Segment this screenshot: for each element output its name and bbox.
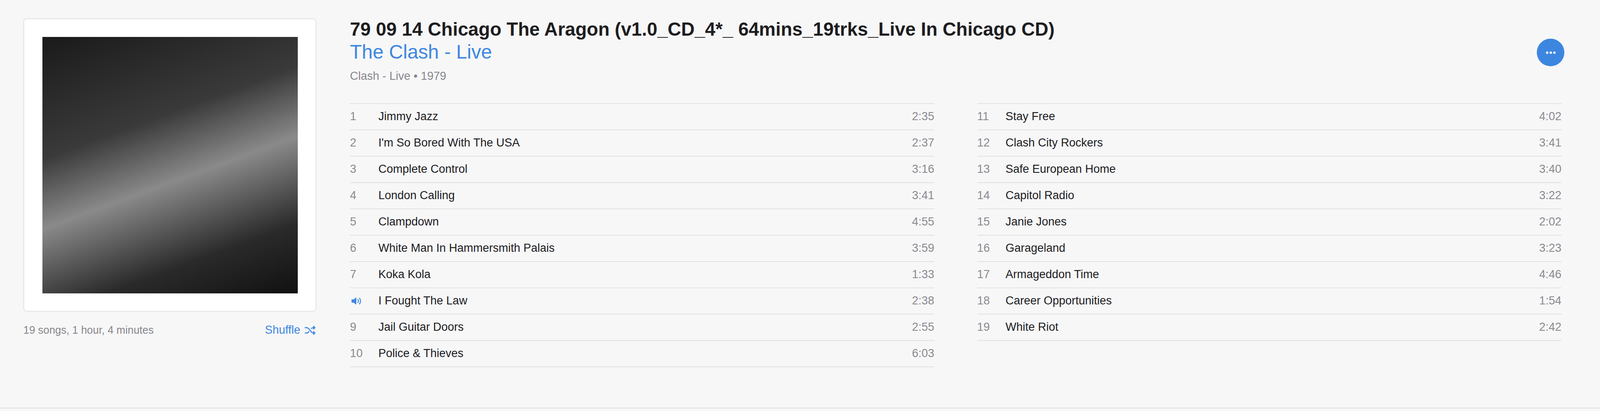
track-duration: 3:22 [1532,188,1562,202]
track-title: Clash City Rockers [1005,136,1533,150]
track-list: 1Jimmy Jazz2:352I'm So Bored With The US… [349,103,1562,367]
track-duration: 3:59 [905,241,935,255]
track-title: Police & Thieves [378,346,906,360]
track-row[interactable]: 14Capitol Radio3:22 [977,182,1562,210]
track-number: 1 [349,109,379,124]
album-artist[interactable]: The Clash - Live [349,40,1055,64]
track-title: London Calling [378,188,906,202]
track-number: 2 [349,136,379,150]
track-row[interactable]: 19White Riot2:42 [977,314,1562,341]
track-duration: 2:42 [1532,320,1562,334]
track-row[interactable]: 18Career Opportunities1:54 [977,288,1562,315]
track-duration: 2:38 [905,293,935,308]
track-row[interactable]: 5Clampdown4:55 [349,209,935,236]
track-number: 14 [977,188,1006,202]
more-button[interactable] [1536,38,1565,67]
track-number: 18 [977,293,1006,308]
track-row[interactable]: 6White Man In Hammersmith Palais3:59 [349,235,935,262]
track-row[interactable]: 7Koka Kola1:33 [349,261,935,289]
track-number: 17 [977,267,1006,281]
track-duration: 4:55 [905,215,935,229]
track-title: White Man In Hammersmith Palais [378,241,906,255]
track-title: I'm So Bored With The USA [378,136,906,150]
album-header: 79 09 14 Chicago The Aragon (v1.0_CD_4*_… [349,18,1562,84]
track-number: 15 [977,215,1006,229]
track-duration: 3:40 [1532,162,1562,176]
track-column: 11Stay Free4:0212Clash City Rockers3:411… [977,103,1562,367]
track-number: 5 [349,215,379,229]
track-duration: 4:46 [1532,267,1562,281]
track-duration: 1:33 [905,267,935,281]
track-number [349,294,379,308]
track-title: Koka Kola [378,267,906,281]
track-row[interactable]: 3Complete Control3:16 [349,156,935,183]
album-titles: 79 09 14 Chicago The Aragon (v1.0_CD_4*_… [349,18,1055,84]
track-title: Capitol Radio [1005,188,1533,202]
track-duration: 2:37 [905,136,935,150]
track-title: I Fought The Law [378,293,906,308]
track-number: 7 [349,267,379,281]
track-duration: 3:41 [1532,136,1562,150]
track-column: 1Jimmy Jazz2:352I'm So Bored With The US… [349,103,935,367]
track-duration: 1:54 [1532,293,1562,308]
track-row[interactable]: 11Stay Free4:02 [977,103,1562,131]
track-row[interactable]: 10Police & Thieves6:03 [349,340,935,367]
track-duration: 2:35 [905,109,935,124]
track-number: 10 [349,346,379,360]
track-number: 13 [977,162,1006,176]
speaker-icon [349,294,363,308]
track-row[interactable]: 1Jimmy Jazz2:35 [349,103,935,131]
more-icon [1543,45,1559,60]
track-number: 9 [349,320,379,334]
track-row[interactable]: 16Garageland3:23 [977,235,1562,262]
track-row[interactable]: I Fought The Law2:38 [349,288,935,315]
track-title: Stay Free [1005,109,1533,124]
track-duration: 2:02 [1532,215,1562,229]
album-card [23,18,317,312]
album-art[interactable] [42,36,298,294]
album-content: 79 09 14 Chicago The Aragon (v1.0_CD_4*_… [349,18,1562,408]
track-title: Safe European Home [1005,162,1533,176]
track-title: Clampdown [378,215,906,229]
track-title: Complete Control [378,162,906,176]
track-row[interactable]: 2I'm So Bored With The USA2:37 [349,130,935,157]
track-duration: 2:55 [905,320,935,334]
track-title: White Riot [1005,320,1533,334]
track-duration: 3:16 [905,162,935,176]
shuffle-icon [303,323,317,337]
track-duration: 3:41 [905,188,935,202]
track-row[interactable]: 4London Calling3:41 [349,182,935,210]
track-duration: 3:23 [1532,241,1562,255]
track-title: Jimmy Jazz [378,109,906,124]
track-number: 3 [349,162,379,176]
album-summary: 19 songs, 1 hour, 4 minutes [23,323,154,336]
shuffle-label: Shuffle [264,323,301,337]
track-number: 16 [977,241,1006,255]
track-title: Jail Guitar Doors [378,320,906,334]
track-row[interactable]: 12Clash City Rockers3:41 [977,130,1562,157]
track-duration: 4:02 [1532,109,1562,124]
track-number: 11 [977,109,1006,124]
track-title: Garageland [1005,241,1533,255]
track-title: Career Opportunities [1005,293,1533,308]
track-number: 19 [977,320,1006,334]
album-footer: 19 songs, 1 hour, 4 minutes Shuffle [23,323,317,337]
track-row[interactable]: 15Janie Jones2:02 [977,209,1562,236]
track-row[interactable]: 13Safe European Home3:40 [977,156,1562,183]
track-row[interactable]: 9Jail Guitar Doors2:55 [349,314,935,341]
track-row[interactable]: 17Armageddon Time4:46 [977,261,1562,289]
shuffle-button[interactable]: Shuffle [264,323,317,337]
album-title: 79 09 14 Chicago The Aragon (v1.0_CD_4*_… [349,18,1055,41]
track-number: 4 [349,188,379,202]
track-title: Armageddon Time [1005,267,1533,281]
album-sidebar: 19 songs, 1 hour, 4 minutes Shuffle [23,18,317,408]
album-page: 19 songs, 1 hour, 4 minutes Shuffle 79 09 … [0,0,1600,409]
album-meta: Clash - Live • 1979 [349,68,1055,84]
track-number: 6 [349,241,379,255]
track-duration: 6:03 [905,346,935,360]
track-number: 12 [977,136,1006,150]
track-title: Janie Jones [1005,215,1533,229]
